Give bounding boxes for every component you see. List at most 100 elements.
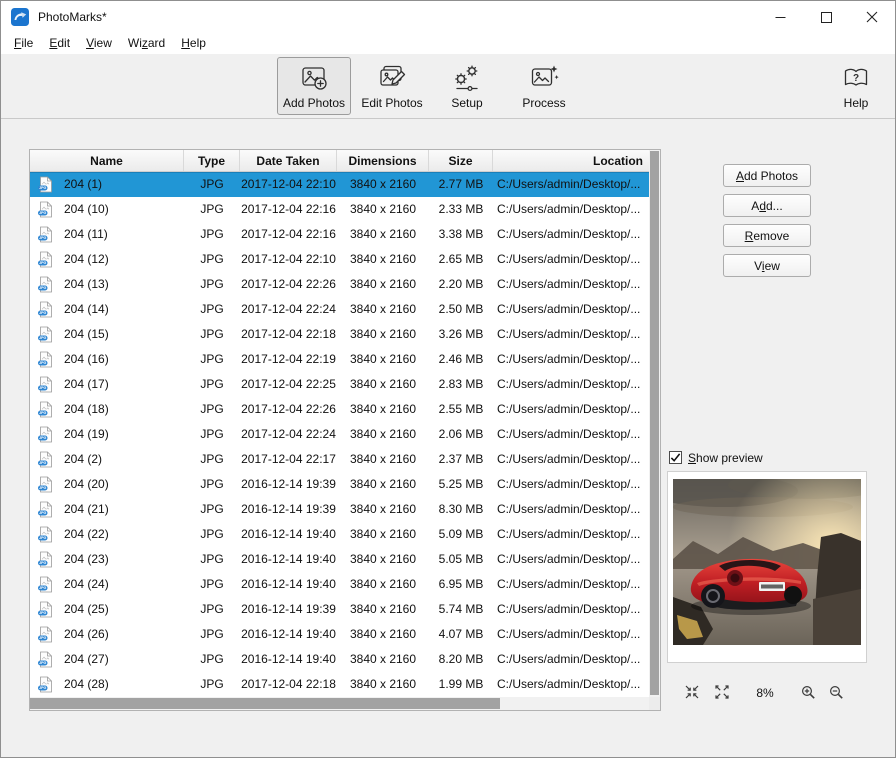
jpg-file-icon: JPG <box>37 451 54 468</box>
dimensions-cell: 3840 x 2160 <box>337 622 429 647</box>
maximize-icon[interactable] <box>803 1 849 33</box>
file-name-cell: JPG 204 (18) <box>30 397 184 422</box>
dimensions-cell: 3840 x 2160 <box>337 297 429 322</box>
minimize-icon[interactable] <box>757 1 803 33</box>
table-row[interactable]: JPG 204 (13) JPG 2017-12-04 22:26 3840 x… <box>30 272 649 297</box>
file-name: 204 (2) <box>64 447 102 472</box>
table-row[interactable]: JPG 204 (16) JPG 2017-12-04 22:19 3840 x… <box>30 347 649 372</box>
zoom-in-icon[interactable] <box>801 685 816 700</box>
dimensions-cell: 3840 x 2160 <box>337 372 429 397</box>
table-row[interactable]: JPG 204 (17) JPG 2017-12-04 22:25 3840 x… <box>30 372 649 397</box>
table-row[interactable]: JPG 204 (21) JPG 2016-12-14 19:39 3840 x… <box>30 497 649 522</box>
file-name: 204 (18) <box>64 397 109 422</box>
table-row[interactable]: JPG 204 (19) JPG 2017-12-04 22:24 3840 x… <box>30 422 649 447</box>
add-photos-icon <box>298 62 330 94</box>
file-type-cell: JPG <box>184 422 240 447</box>
table-row[interactable]: JPG 204 (25) JPG 2016-12-14 19:39 3840 x… <box>30 597 649 622</box>
svg-text:JPG: JPG <box>39 261 46 265</box>
horizontal-scrollbar-thumb[interactable] <box>30 698 500 709</box>
file-type-cell: JPG <box>184 172 240 197</box>
add-button[interactable]: Add... <box>723 194 811 217</box>
table-row[interactable]: JPG 204 (27) JPG 2016-12-14 19:40 3840 x… <box>30 647 649 672</box>
file-type-cell: JPG <box>184 597 240 622</box>
horizontal-scrollbar[interactable] <box>30 697 649 710</box>
svg-text:JPG: JPG <box>39 486 46 490</box>
dimensions-cell: 3840 x 2160 <box>337 247 429 272</box>
menu-help[interactable]: Help <box>173 33 214 54</box>
column-header-type[interactable]: Type <box>184 150 240 171</box>
file-name: 204 (13) <box>64 272 109 297</box>
table-row[interactable]: JPG 204 (1) JPG 2017-12-04 22:10 3840 x … <box>30 172 649 197</box>
add-photos-button[interactable]: Add Photos <box>723 164 811 187</box>
date-taken-cell: 2016-12-14 19:40 <box>240 622 337 647</box>
file-type-cell: JPG <box>184 347 240 372</box>
close-icon[interactable] <box>849 1 895 33</box>
check-icon <box>670 452 681 463</box>
fit-to-window-icon[interactable] <box>685 685 700 700</box>
toolbar-add-photos[interactable]: Add Photos <box>277 57 351 115</box>
dimensions-cell: 3840 x 2160 <box>337 497 429 522</box>
jpg-file-icon: JPG <box>37 201 54 218</box>
table-row[interactable]: JPG 204 (10) JPG 2017-12-04 22:16 3840 x… <box>30 197 649 222</box>
toolbar-help[interactable]: ? Help <box>830 57 882 115</box>
file-name: 204 (28) <box>64 672 109 697</box>
vertical-scrollbar-thumb[interactable] <box>650 151 659 695</box>
date-taken-cell: 2016-12-14 19:40 <box>240 572 337 597</box>
table-row[interactable]: JPG 204 (22) JPG 2016-12-14 19:40 3840 x… <box>30 522 649 547</box>
file-name: 204 (25) <box>64 597 109 622</box>
menu-edit[interactable]: Edit <box>41 33 78 54</box>
dimensions-cell: 3840 x 2160 <box>337 322 429 347</box>
table-row[interactable]: JPG 204 (26) JPG 2016-12-14 19:40 3840 x… <box>30 622 649 647</box>
table-row[interactable]: JPG 204 (14) JPG 2017-12-04 22:24 3840 x… <box>30 297 649 322</box>
table-row[interactable]: JPG 204 (2) JPG 2017-12-04 22:17 3840 x … <box>30 447 649 472</box>
table-row[interactable]: JPG 204 (18) JPG 2017-12-04 22:26 3840 x… <box>30 397 649 422</box>
file-type-cell: JPG <box>184 647 240 672</box>
toolbar-edit-photos[interactable]: Edit Photos <box>354 57 430 115</box>
table-row[interactable]: JPG 204 (15) JPG 2017-12-04 22:18 3840 x… <box>30 322 649 347</box>
jpg-file-icon: JPG <box>37 576 54 593</box>
preview-zoom-controls: 8% <box>667 681 867 707</box>
column-header-size[interactable]: Size <box>429 150 493 171</box>
date-taken-cell: 2017-12-04 22:24 <box>240 297 337 322</box>
show-preview-label[interactable]: Show preview <box>688 451 763 465</box>
actual-size-icon[interactable] <box>715 685 730 700</box>
table-row[interactable]: JPG 204 (11) JPG 2017-12-04 22:16 3840 x… <box>30 222 649 247</box>
menu-wizard[interactable]: Wizard <box>120 33 173 54</box>
file-name: 204 (14) <box>64 297 109 322</box>
vertical-scrollbar[interactable] <box>649 150 660 697</box>
date-taken-cell: 2017-12-04 22:16 <box>240 197 337 222</box>
table-row[interactable]: JPG 204 (23) JPG 2016-12-14 19:40 3840 x… <box>30 547 649 572</box>
location-cell: C:/Users/admin/Desktop/... <box>493 647 649 672</box>
date-taken-cell: 2017-12-04 22:25 <box>240 372 337 397</box>
column-header-date-taken[interactable]: Date Taken <box>240 150 337 171</box>
table-row[interactable]: JPG 204 (20) JPG 2016-12-14 19:39 3840 x… <box>30 472 649 497</box>
toolbar-process[interactable]: Process <box>508 57 580 115</box>
date-taken-cell: 2017-12-04 22:26 <box>240 397 337 422</box>
toolbar-label: Process <box>522 96 565 110</box>
file-name-cell: JPG 204 (2) <box>30 447 184 472</box>
svg-text:JPG: JPG <box>39 336 46 340</box>
column-header-name[interactable]: Name <box>30 150 184 171</box>
svg-text:JPG: JPG <box>39 236 46 240</box>
dimensions-cell: 3840 x 2160 <box>337 647 429 672</box>
column-header-location[interactable]: Location <box>493 150 649 171</box>
zoom-out-icon[interactable] <box>829 685 844 700</box>
menu-file[interactable]: File <box>6 33 41 54</box>
table-row[interactable]: JPG 204 (12) JPG 2017-12-04 22:10 3840 x… <box>30 247 649 272</box>
jpg-file-icon: JPG <box>37 351 54 368</box>
size-cell: 2.77 MB <box>429 172 493 197</box>
view-button[interactable]: View <box>723 254 811 277</box>
show-preview-checkbox[interactable] <box>669 451 682 464</box>
jpg-file-icon: JPG <box>37 401 54 418</box>
process-icon <box>528 62 560 94</box>
menu-bar: File Edit View Wizard Help <box>1 33 895 54</box>
table-row[interactable]: JPG 204 (24) JPG 2016-12-14 19:40 3840 x… <box>30 572 649 597</box>
size-cell: 3.26 MB <box>429 322 493 347</box>
column-header-dimensions[interactable]: Dimensions <box>337 150 429 171</box>
remove-button[interactable]: Remove <box>723 224 811 247</box>
table-row[interactable]: JPG 204 (28) JPG 2017-12-04 22:18 3840 x… <box>30 672 649 697</box>
location-cell: C:/Users/admin/Desktop/... <box>493 272 649 297</box>
toolbar-setup[interactable]: Setup <box>435 57 499 115</box>
menu-view[interactable]: View <box>78 33 120 54</box>
window-title: PhotoMarks* <box>38 10 107 24</box>
